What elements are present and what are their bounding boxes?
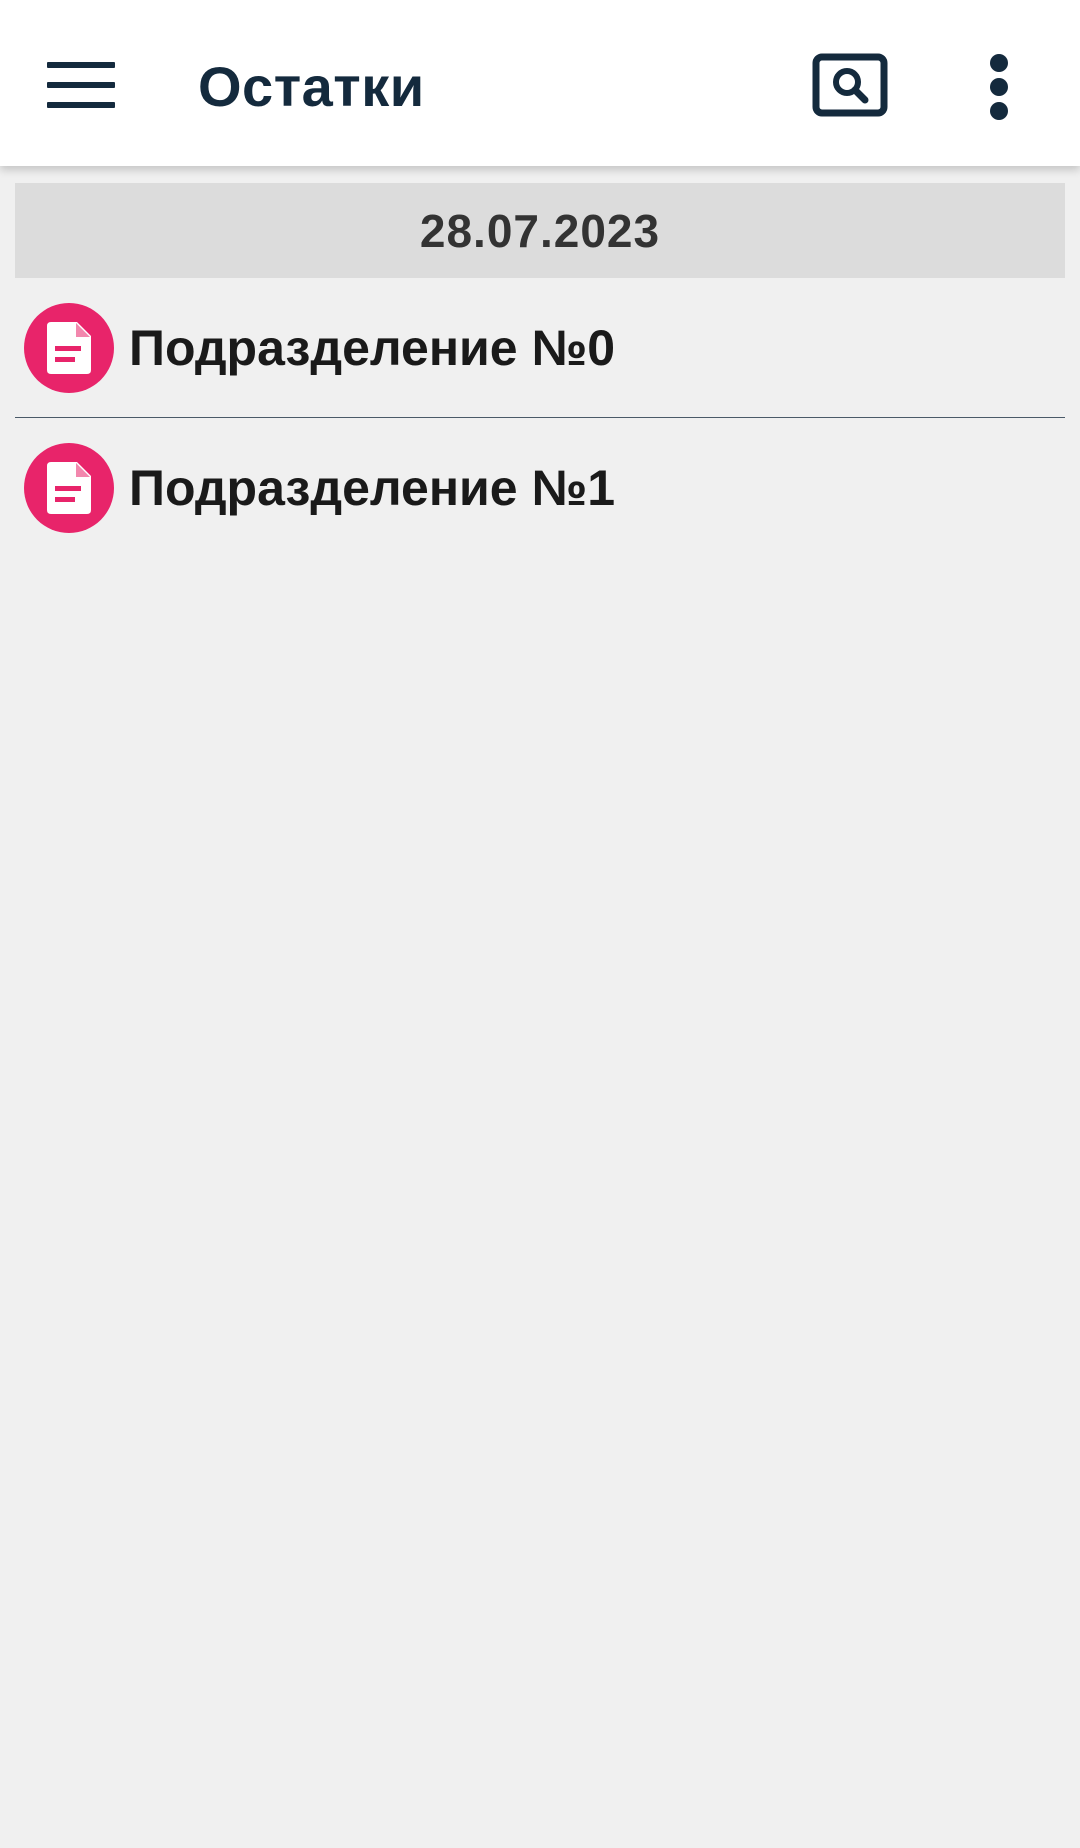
menu-button[interactable] — [30, 45, 132, 125]
search-icon — [812, 53, 888, 117]
list-item-label: Подразделение №0 — [129, 320, 616, 376]
document-icon — [24, 303, 114, 393]
document-icon — [24, 443, 114, 533]
subdivision-list: Подразделение №0 Подразделение №1 — [0, 278, 1080, 558]
list-item[interactable]: Подразделение №0 — [0, 278, 1080, 418]
more-vert-icon — [989, 54, 1009, 120]
hamburger-menu-icon — [47, 62, 115, 108]
app-bar: Остатки — [0, 0, 1080, 166]
page-title: Остатки — [198, 55, 425, 118]
list-item-label: Подразделение №1 — [129, 460, 616, 516]
date-section-header: 28.07.2023 — [15, 183, 1065, 278]
more-options-button[interactable] — [960, 44, 1038, 130]
search-button[interactable] — [806, 50, 894, 120]
list-item[interactable]: Подразделение №1 — [0, 418, 1080, 558]
